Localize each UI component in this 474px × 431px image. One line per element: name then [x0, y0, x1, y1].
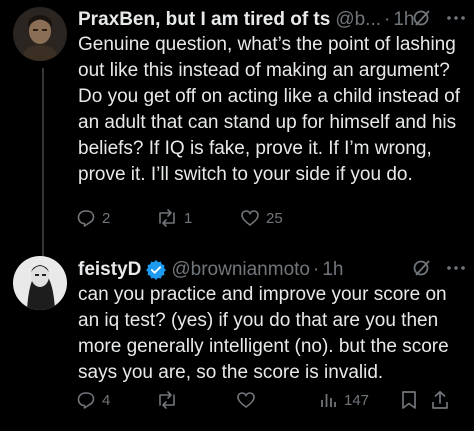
share-icon: [430, 390, 450, 410]
avatar-image: [13, 7, 67, 61]
handle[interactable]: @b...: [335, 9, 381, 31]
avatar[interactable]: [13, 256, 67, 310]
grok-icon[interactable]: [412, 258, 432, 278]
handle[interactable]: @brownianmoto: [171, 259, 310, 281]
avatar[interactable]: [13, 7, 67, 61]
tweet-text: Genuine question, what’s the point of la…: [78, 34, 461, 185]
like-icon: [236, 390, 256, 410]
reply-icon: [76, 208, 96, 228]
reply-button[interactable]: 4: [76, 390, 110, 410]
repost-button[interactable]: [156, 390, 178, 410]
reply-button[interactable]: 2: [76, 208, 110, 228]
display-name[interactable]: PraxBen, but I am tired of ts: [78, 9, 330, 31]
views-count: 147: [344, 391, 370, 409]
tweet-header: feistyD @brownianmoto · 1h: [78, 256, 466, 284]
timestamp[interactable]: 1h: [322, 259, 343, 281]
reply-icon: [76, 390, 96, 410]
reply-count: 4: [102, 391, 111, 409]
share-button[interactable]: [430, 390, 450, 410]
tweet-praxben[interactable]: PraxBen, but I am tired of ts @b... · 1h: [0, 0, 474, 250]
bookmark-icon: [400, 390, 418, 410]
like-button[interactable]: 25: [240, 208, 283, 228]
repost-button[interactable]: 1: [156, 208, 192, 228]
tweet-text: can you practice and improve your score …: [78, 284, 449, 383]
separator-dot: ·: [384, 9, 391, 30]
separator-dot: ·: [313, 259, 320, 280]
conversation-thread: PraxBen, but I am tired of ts @b... · 1h: [0, 0, 474, 431]
repost-count: 1: [184, 209, 193, 227]
views-icon: [318, 390, 338, 410]
like-count: 25: [266, 209, 283, 227]
avatar-image: [13, 256, 67, 310]
verified-badge-icon: [146, 260, 167, 280]
repost-icon: [156, 390, 178, 410]
more-icon[interactable]: [446, 265, 466, 271]
tweet-feistyd[interactable]: feistyD @brownianmoto · 1h can you pract…: [0, 250, 474, 431]
bookmark-button[interactable]: [400, 390, 418, 410]
tweet-header: PraxBen, but I am tired of ts @b... · 1h: [78, 6, 466, 34]
like-icon: [240, 208, 260, 228]
reply-count: 2: [102, 209, 111, 227]
like-button[interactable]: [236, 390, 256, 410]
repost-icon: [156, 208, 178, 228]
views-button[interactable]: 147: [318, 390, 369, 410]
more-icon[interactable]: [446, 15, 466, 21]
grok-icon[interactable]: [412, 8, 432, 28]
display-name[interactable]: feistyD: [78, 259, 141, 281]
